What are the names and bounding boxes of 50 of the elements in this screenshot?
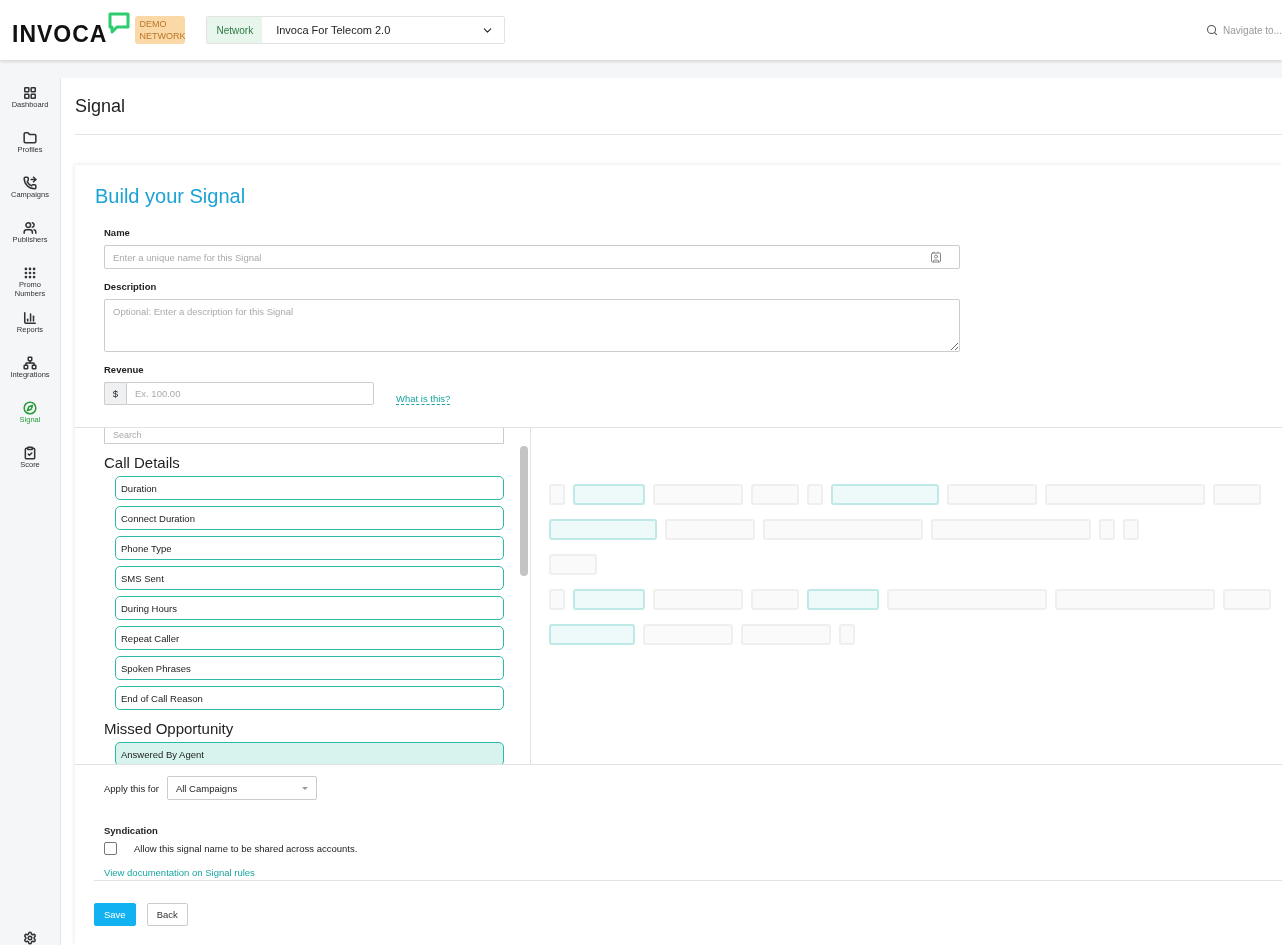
grid-icon <box>23 86 37 100</box>
field-chip[interactable]: Answered By Agent <box>115 742 504 764</box>
people-icon <box>23 221 37 235</box>
field-label: Syndication <box>104 825 159 836</box>
field-label: Description <box>104 281 158 292</box>
caret-icon <box>301 786 308 790</box>
field-chip[interactable]: Spoken Phrases <box>115 656 504 680</box>
checkbox[interactable] <box>104 842 117 855</box>
page-title: Signal <box>75 78 1282 135</box>
name-input[interactable]: Enter a unique name for this Signal <box>104 245 960 269</box>
placeholder-block <box>807 589 879 610</box>
campaign-select[interactable]: All Campaigns <box>166 776 317 800</box>
group-title: Call Details <box>104 454 181 471</box>
field-chip[interactable]: Repeat Caller <box>115 626 504 650</box>
placeholder-block <box>573 484 645 505</box>
placeholder-block <box>573 589 645 610</box>
demo-badge: DEMO NETWORK <box>135 16 186 44</box>
field-label: Name <box>104 227 131 238</box>
contact-card-icon <box>930 251 942 263</box>
network-icon <box>23 356 37 370</box>
settings-icon[interactable] <box>23 931 37 945</box>
network-label: Network <box>207 17 263 43</box>
search-field[interactable]: Search <box>104 428 504 444</box>
field-chip[interactable]: Duration <box>115 476 504 500</box>
currency-prefix: $ <box>104 382 126 405</box>
group-title: Missed Opportunity <box>104 720 235 737</box>
checkbox-label: Allow this signal name to be shared across accounts. <box>134 843 358 854</box>
back-button[interactable]: Back <box>146 903 188 926</box>
scrollbar-thumb[interactable] <box>520 446 528 576</box>
apply-label: Apply this for <box>104 782 159 794</box>
field-chip[interactable]: During Hours <box>115 596 504 620</box>
search-icon <box>1206 23 1219 37</box>
revenue-input[interactable]: Ex. 100.00 <box>126 382 374 405</box>
network-select[interactable]: Network Invoca For Telecom 2.0 <box>206 16 506 44</box>
logo-wordmark: INVOCA <box>12 20 108 48</box>
bar-chart-icon <box>23 311 37 325</box>
form-heading: Build your Signal <box>95 185 247 208</box>
clipboard-check-icon <box>23 446 37 460</box>
phone-forward-icon <box>23 176 37 190</box>
field-label: Revenue <box>104 364 145 375</box>
compass-icon <box>23 401 37 415</box>
field-chip[interactable]: End of Call Reason <box>115 686 504 710</box>
folder-icon <box>23 131 37 145</box>
dots-icon <box>23 266 37 280</box>
field-chip[interactable]: SMS Sent <box>115 566 504 590</box>
description-textarea[interactable]: Optional: Enter a description for this Signal <box>104 299 960 352</box>
field-chip[interactable]: Phone Type <box>115 536 504 560</box>
field-chip[interactable]: Connect Duration <box>115 506 504 530</box>
network-value: Invoca For Telecom 2.0 <box>276 24 391 36</box>
chat-bubble-icon <box>107 12 132 34</box>
